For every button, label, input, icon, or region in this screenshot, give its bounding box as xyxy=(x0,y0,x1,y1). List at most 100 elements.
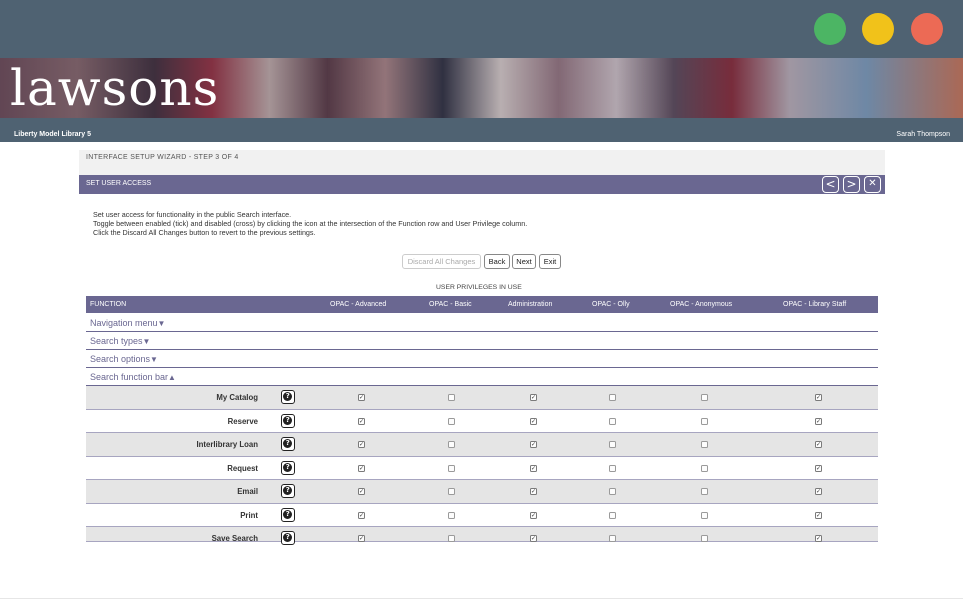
privilege-checkbox[interactable] xyxy=(701,488,708,495)
previous-step-icon[interactable]: < xyxy=(822,176,839,193)
privilege-checkbox[interactable] xyxy=(701,441,708,448)
privilege-checkbox[interactable]: ✓ xyxy=(358,417,365,425)
privilege-checkbox[interactable] xyxy=(609,488,616,495)
instruction-line: Toggle between enabled (tick) and disabl… xyxy=(93,219,528,228)
privilege-checkbox[interactable]: ✓ xyxy=(815,535,822,542)
group-label-search-types[interactable]: Search types▼ xyxy=(90,336,150,346)
privilege-checkbox[interactable]: ✓ xyxy=(530,535,537,542)
expand-arrow-icon: ▼ xyxy=(157,319,166,328)
lawsons-logo[interactable]: lawsons xyxy=(10,58,219,118)
privilege-checkbox[interactable]: ✓ xyxy=(530,417,537,425)
help-icon[interactable]: ? xyxy=(281,437,295,451)
group-label-navigation-menu[interactable]: Navigation menu▼ xyxy=(90,318,165,328)
help-icon-glyph: ? xyxy=(283,509,293,519)
privilege-checkbox[interactable] xyxy=(609,511,616,519)
column-header-opac-library-staff: OPAC - Library Staff xyxy=(783,301,847,308)
help-icon[interactable]: ? xyxy=(281,390,295,404)
column-header-function: FUNCTION xyxy=(90,301,127,308)
help-icon[interactable]: ? xyxy=(281,507,295,522)
privilege-checkbox[interactable]: ✓ xyxy=(358,464,365,472)
column-header-opac-anonymous: OPAC - Anonymous xyxy=(670,301,733,308)
privilege-checkbox[interactable] xyxy=(701,535,708,542)
function-name: My Catalog xyxy=(216,393,258,402)
section-header xyxy=(79,175,885,194)
function-name: Reserve xyxy=(227,416,258,426)
privilege-checkbox[interactable] xyxy=(609,464,616,472)
function-name: Save Search xyxy=(211,534,258,543)
help-icon[interactable]: ? xyxy=(281,531,295,545)
help-icon[interactable]: ? xyxy=(281,413,295,428)
privilege-checkbox[interactable]: ✓ xyxy=(358,394,365,401)
next-button[interactable]: Next xyxy=(512,254,536,269)
collapse-arrow-icon: ▲ xyxy=(168,373,176,382)
privilege-checkbox[interactable]: ✓ xyxy=(530,394,537,401)
privilege-checkbox[interactable] xyxy=(701,394,708,401)
user-name[interactable]: Sarah Thompson xyxy=(896,131,950,138)
window-close-button[interactable] xyxy=(911,13,943,45)
function-name: Print xyxy=(240,510,258,520)
section-title: SET USER ACCESS xyxy=(86,180,152,187)
group-navigation-menu[interactable] xyxy=(86,314,878,332)
help-icon[interactable]: ? xyxy=(281,484,295,498)
close-wizard-icon[interactable]: ✕ xyxy=(864,176,881,193)
help-icon-glyph: ? xyxy=(283,415,293,425)
expand-arrow-icon: ▼ xyxy=(142,337,151,346)
group-label-search-function-bar[interactable]: Search function bar▲ xyxy=(90,372,176,382)
privilege-checkbox[interactable] xyxy=(701,464,708,472)
page-bottom-divider xyxy=(0,598,963,599)
header-subbar xyxy=(0,118,963,142)
privilege-checkbox[interactable] xyxy=(448,511,455,519)
privilege-checkbox[interactable] xyxy=(609,535,616,542)
help-icon-glyph: ? xyxy=(283,392,293,402)
function-name: Interlibrary Loan xyxy=(196,440,258,449)
privilege-checkbox[interactable]: ✓ xyxy=(815,441,822,448)
privilege-checkbox[interactable]: ✓ xyxy=(530,441,537,448)
privilege-checkbox[interactable]: ✓ xyxy=(358,511,365,519)
instruction-line: Click the Discard All Changes button to … xyxy=(93,228,316,237)
help-icon-glyph: ? xyxy=(283,486,293,496)
back-button[interactable]: Back xyxy=(484,254,510,269)
window-maximize-button[interactable] xyxy=(814,13,846,45)
privilege-checkbox[interactable]: ✓ xyxy=(530,488,537,495)
privilege-checkbox[interactable] xyxy=(448,488,455,495)
group-search-function-bar[interactable] xyxy=(86,368,878,386)
column-header-opac-olly: OPAC - Olly xyxy=(592,301,630,308)
function-name: Email xyxy=(237,487,258,496)
privilege-checkbox[interactable]: ✓ xyxy=(358,441,365,448)
privilege-checkbox[interactable]: ✓ xyxy=(815,417,822,425)
privilege-checkbox[interactable] xyxy=(701,417,708,425)
group-search-options[interactable] xyxy=(86,350,878,368)
window-minimize-button[interactable] xyxy=(862,13,894,45)
column-header-opac-basic: OPAC - Basic xyxy=(429,301,472,308)
privilege-checkbox[interactable]: ✓ xyxy=(815,511,822,519)
user-privileges-title: USER PRIVILEGES IN USE xyxy=(436,284,522,291)
privilege-checkbox[interactable] xyxy=(448,394,455,401)
next-step-icon[interactable]: > xyxy=(843,176,860,193)
group-search-types[interactable] xyxy=(86,332,878,350)
help-icon-glyph: ? xyxy=(283,462,293,472)
privilege-checkbox[interactable] xyxy=(448,417,455,425)
privilege-checkbox[interactable] xyxy=(609,394,616,401)
privilege-checkbox[interactable]: ✓ xyxy=(815,464,822,472)
privilege-checkbox[interactable] xyxy=(609,441,616,448)
instruction-line: Set user access for functionality in the… xyxy=(93,210,292,219)
library-name: Liberty Model Library 5 xyxy=(14,131,92,138)
privilege-checkbox[interactable] xyxy=(448,535,455,542)
privilege-checkbox[interactable]: ✓ xyxy=(358,535,365,542)
privilege-checkbox[interactable] xyxy=(701,511,708,519)
exit-button[interactable]: Exit xyxy=(539,254,561,269)
privilege-checkbox[interactable] xyxy=(448,441,455,448)
group-label-search-options[interactable]: Search options▼ xyxy=(90,354,158,364)
expand-arrow-icon: ▼ xyxy=(150,355,158,364)
privilege-checkbox[interactable]: ✓ xyxy=(530,464,537,472)
column-header-administration: Administration xyxy=(508,301,553,308)
privilege-checkbox[interactable]: ✓ xyxy=(530,511,537,519)
privilege-checkbox[interactable] xyxy=(609,417,616,425)
help-icon[interactable]: ? xyxy=(281,460,295,475)
privilege-checkbox[interactable]: ✓ xyxy=(815,394,822,401)
discard-all-changes-button[interactable]: Discard All Changes xyxy=(402,254,481,269)
privilege-checkbox[interactable] xyxy=(448,464,455,472)
privilege-checkbox[interactable]: ✓ xyxy=(358,488,365,495)
privilege-checkbox[interactable]: ✓ xyxy=(815,488,822,495)
help-icon-glyph: ? xyxy=(283,533,293,543)
